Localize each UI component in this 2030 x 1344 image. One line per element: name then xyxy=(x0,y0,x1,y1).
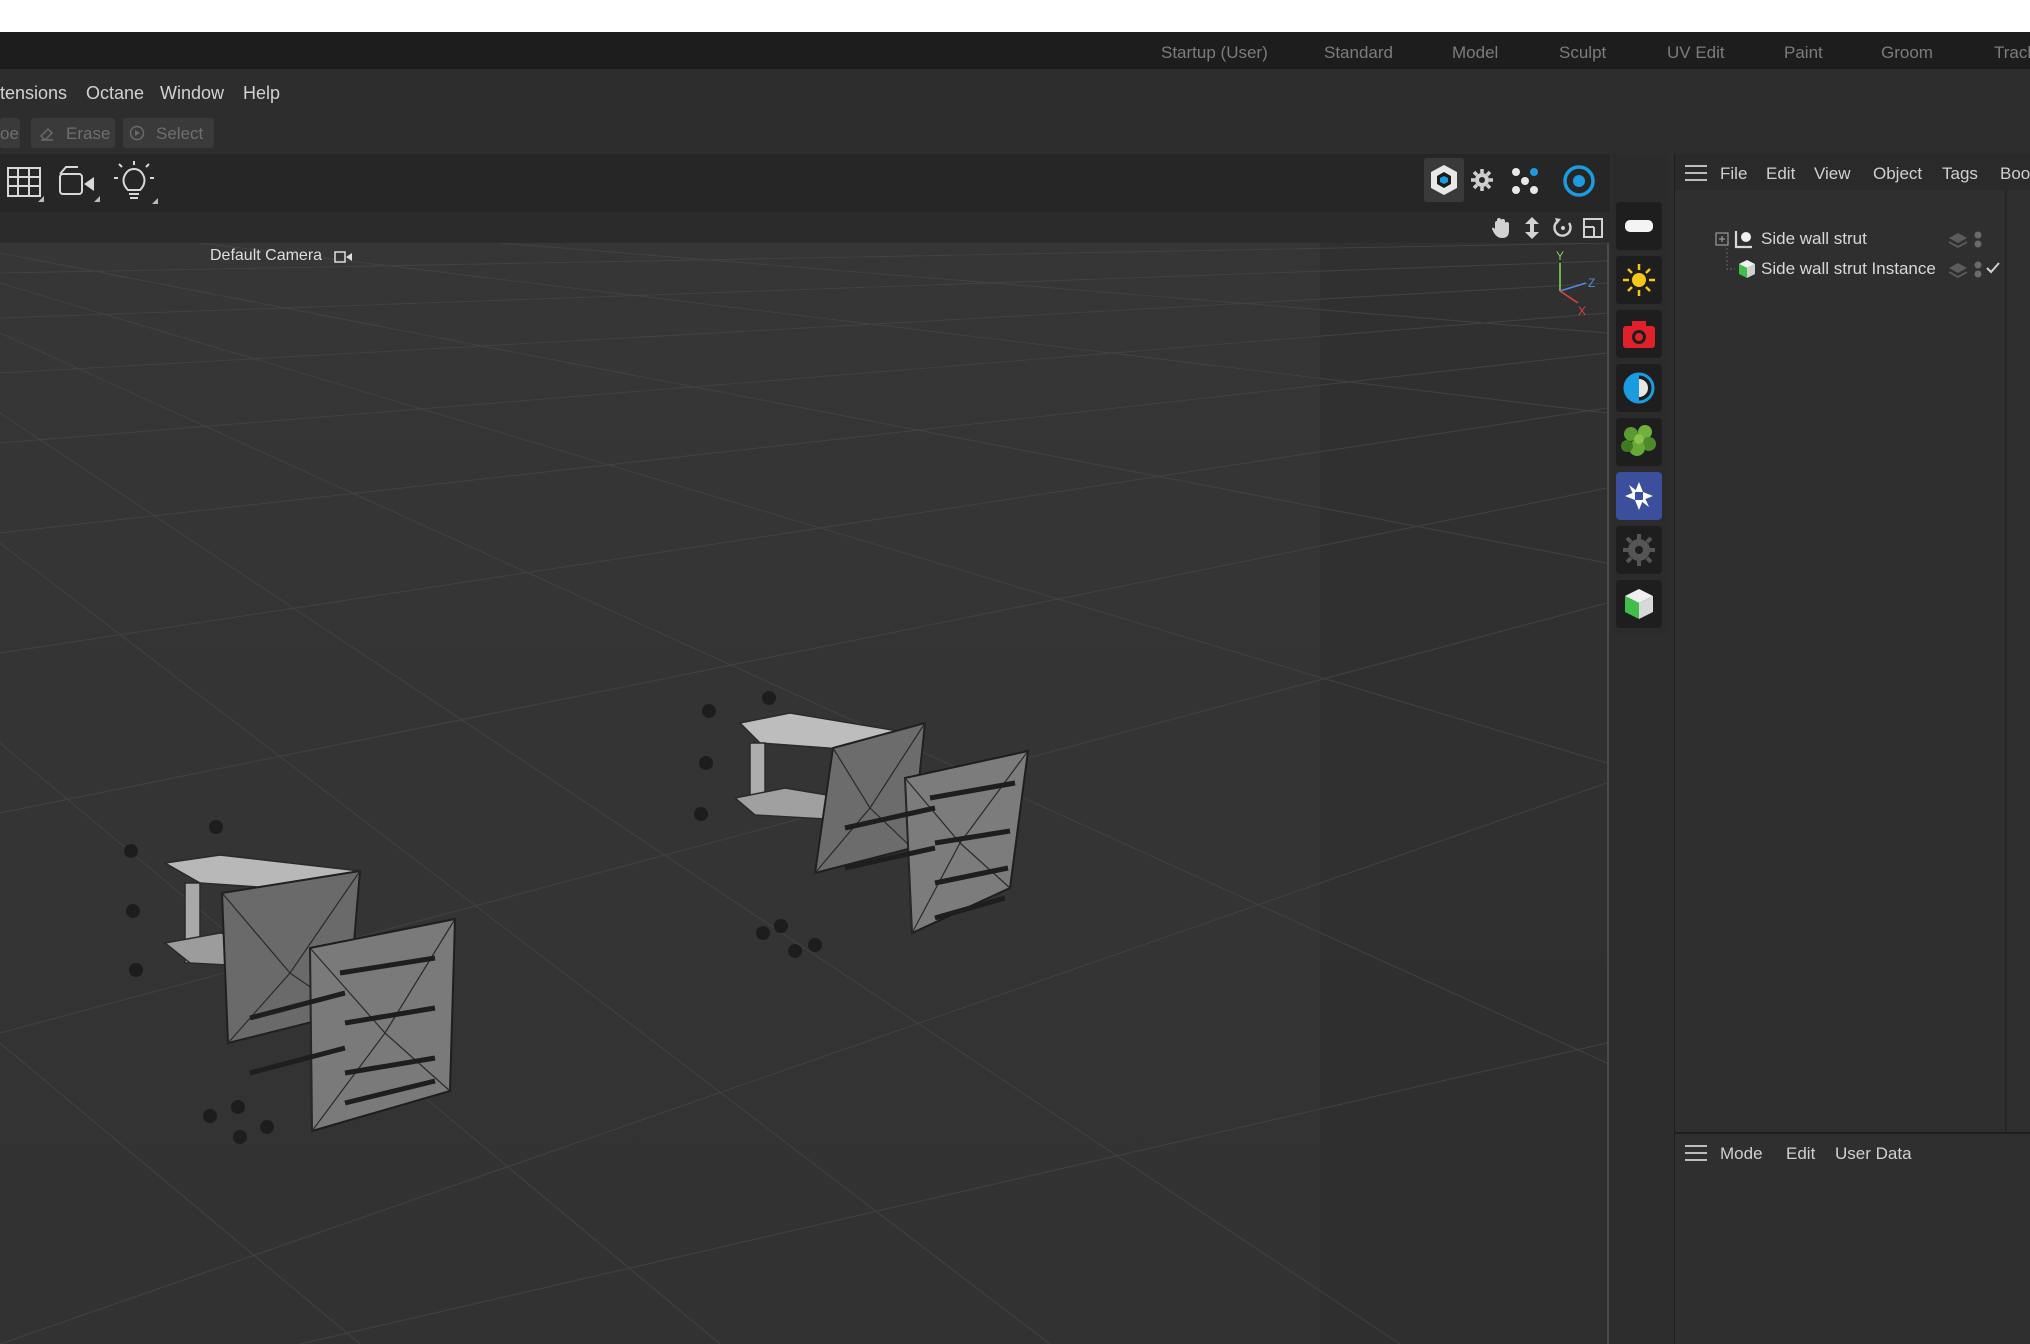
erase-button[interactable]: Erase xyxy=(31,118,115,148)
area-light-button[interactable] xyxy=(1616,202,1662,250)
axis-y-label: Y xyxy=(1556,249,1564,263)
object-manager-header: File Edit View Object Tags Bool xyxy=(1675,154,2030,190)
maximize-view-icon[interactable] xyxy=(1582,217,1604,239)
viewport-scene: Y Z X xyxy=(0,243,1607,1344)
visibility-dots-icon[interactable] xyxy=(1973,230,1983,250)
octane-icon xyxy=(1625,482,1653,510)
scatter-icon xyxy=(1621,425,1656,456)
instance-cube-icon xyxy=(1625,589,1653,619)
am-menu-mode[interactable]: Mode xyxy=(1720,1144,1763,1164)
grid-display-icon[interactable] xyxy=(6,164,44,202)
light-bar-icon xyxy=(1625,220,1653,232)
camera-icon xyxy=(1623,321,1655,348)
octane-render-icon xyxy=(1431,165,1457,195)
menu-extensions[interactable]: tensions xyxy=(0,83,67,104)
select-button[interactable]: Select xyxy=(123,118,214,148)
hamburger-menu-icon[interactable] xyxy=(1685,1145,1707,1161)
select-icon xyxy=(129,125,145,141)
object-button[interactable] xyxy=(1616,580,1662,628)
camera-view-icon[interactable] xyxy=(58,164,100,202)
layout-bar: Startup (User) Standard Model Sculpt UV … xyxy=(0,32,2030,69)
object-manager-divider xyxy=(2005,190,2007,1132)
om-menu-file[interactable]: File xyxy=(1720,164,1747,184)
om-menu-edit[interactable]: Edit xyxy=(1766,164,1795,184)
om-menu-bool[interactable]: Bool xyxy=(2000,164,2030,184)
object-name-strut[interactable]: Side wall strut xyxy=(1761,229,1867,249)
attribute-manager-panel: Mode Edit User Data xyxy=(1674,1132,2030,1344)
tree-connector xyxy=(1726,248,1735,270)
nodes-icon[interactable] xyxy=(1510,166,1540,196)
contrast-icon xyxy=(1623,372,1655,404)
visibility-dots-icon[interactable] xyxy=(1973,260,1983,280)
render-settings-gear-icon[interactable] xyxy=(1470,168,1494,192)
tool-button-partial[interactable]: oe xyxy=(0,118,20,148)
axis-x-label: X xyxy=(1578,304,1586,318)
layout-tab-standard[interactable]: Standard xyxy=(1324,43,1393,63)
app-window: Startup (User) Standard Model Sculpt UV … xyxy=(0,32,2030,1344)
layout-tab-sculpt[interactable]: Sculpt xyxy=(1559,43,1606,63)
light-bulb-icon[interactable] xyxy=(112,160,158,204)
viewport-nav-bar xyxy=(0,212,1610,242)
scatter-button[interactable] xyxy=(1616,418,1662,466)
om-menu-object[interactable]: Object xyxy=(1873,164,1922,184)
menu-help[interactable]: Help xyxy=(243,83,280,104)
rotate-icon[interactable] xyxy=(1552,217,1574,239)
live-viewer-icon[interactable] xyxy=(1562,164,1596,198)
layout-tab-startup[interactable]: Startup (User) xyxy=(1161,43,1268,63)
am-menu-edit[interactable]: Edit xyxy=(1786,1144,1815,1164)
viewport-toolbar xyxy=(0,154,1610,213)
material-button[interactable] xyxy=(1616,364,1662,412)
octane-icon-palette xyxy=(1612,154,1668,634)
menu-bar: tensions Octane Window Help xyxy=(0,69,1670,109)
layout-tab-uv-edit[interactable]: UV Edit xyxy=(1667,43,1725,63)
layer-icon[interactable] xyxy=(1948,232,1968,248)
eraser-icon xyxy=(39,127,54,141)
octane-camera-button[interactable] xyxy=(1616,310,1662,358)
layer-icon[interactable] xyxy=(1948,262,1968,278)
om-menu-tags[interactable]: Tags xyxy=(1942,164,1978,184)
hamburger-menu-icon[interactable] xyxy=(1685,165,1707,181)
null-object-icon xyxy=(1734,231,1752,249)
move-arrows-icon[interactable] xyxy=(1522,217,1542,239)
menu-window[interactable]: Window xyxy=(160,83,224,104)
octane-render-button[interactable] xyxy=(1616,472,1662,520)
camera-label[interactable]: Default Camera xyxy=(210,247,322,265)
object-manager-panel: File Edit View Object Tags Bool Side wal… xyxy=(1674,154,2030,1132)
pan-hand-icon[interactable] xyxy=(1490,217,1512,239)
layout-tab-model[interactable]: Model xyxy=(1452,43,1498,63)
om-menu-view[interactable]: View xyxy=(1814,164,1851,184)
enabled-check-icon[interactable] xyxy=(1985,260,2001,276)
daylight-button[interactable] xyxy=(1616,256,1662,304)
layout-tab-paint[interactable]: Paint xyxy=(1784,43,1823,63)
settings-button[interactable] xyxy=(1616,526,1662,574)
gear-icon xyxy=(1623,534,1655,566)
layout-tab-track[interactable]: Track xyxy=(1994,43,2030,63)
object-name-strut-instance[interactable]: Side wall strut Instance xyxy=(1761,259,1936,279)
layout-tab-groom[interactable]: Groom xyxy=(1881,43,1933,63)
expand-plus-icon[interactable] xyxy=(1715,232,1729,246)
render-view-button[interactable] xyxy=(1424,158,1464,202)
axis-z-label: Z xyxy=(1588,276,1595,290)
object-row-strut-instance[interactable]: Side wall strut Instance xyxy=(1675,248,2005,284)
am-menu-user-data[interactable]: User Data xyxy=(1835,1144,1912,1164)
menu-octane[interactable]: Octane xyxy=(86,83,144,104)
instance-object-icon xyxy=(1739,260,1755,278)
3d-viewport[interactable]: Y Z X Default Camera xyxy=(0,243,1609,1344)
sun-icon xyxy=(1623,264,1655,296)
